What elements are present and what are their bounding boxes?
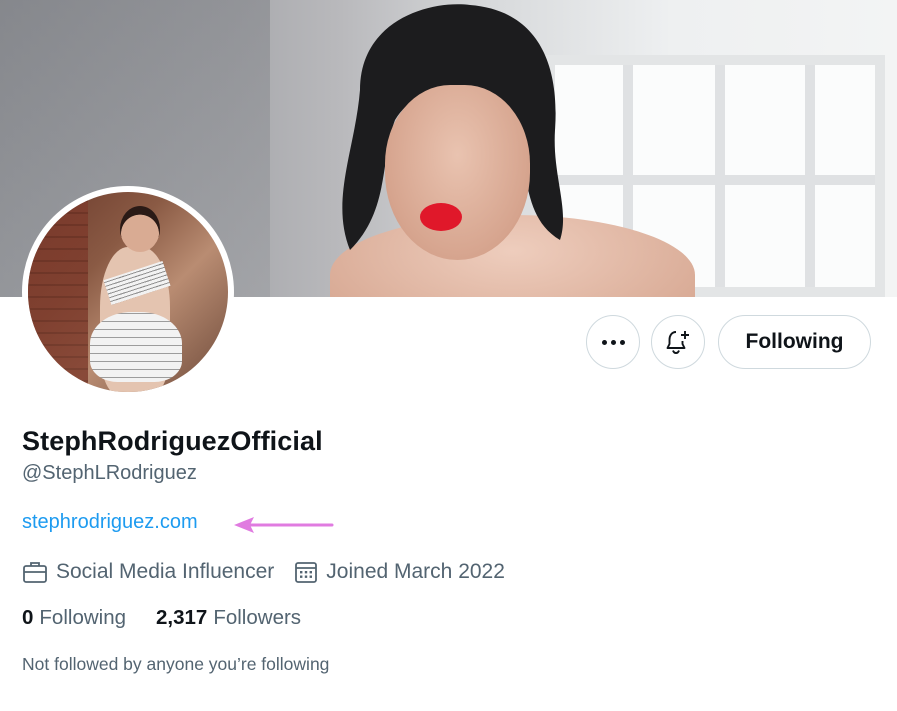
following-button[interactable]: Following xyxy=(718,315,871,369)
category-text: Social Media Influencer xyxy=(56,560,275,583)
joined-date-text: Joined March 2022 xyxy=(326,560,505,583)
following-stat-link[interactable]: 0 Following xyxy=(22,606,126,630)
notifications-button[interactable] xyxy=(651,315,705,369)
calendar-icon xyxy=(295,562,318,583)
website-link[interactable]: stephrodriguez.com xyxy=(22,511,198,534)
briefcase-icon xyxy=(23,562,47,583)
banner-subject-face xyxy=(385,85,530,260)
more-options-button[interactable] xyxy=(586,315,640,369)
profile-meta-row: Social Media Influencer Joined March 202… xyxy=(22,557,505,587)
following-label: Following xyxy=(39,606,127,629)
joined-item: Joined March 2022 xyxy=(294,560,505,584)
annotation-arrow-icon xyxy=(234,517,334,533)
following-count: 0 xyxy=(22,606,34,629)
mutual-followers-text: Not followed by anyone you’re following xyxy=(22,654,330,674)
follow-stats: 0 Following 2,317 Followers xyxy=(22,606,301,630)
followers-count: 2,317 xyxy=(156,606,208,629)
profile-avatar[interactable] xyxy=(22,186,234,398)
category-item: Social Media Influencer xyxy=(22,560,274,584)
followers-label: Followers xyxy=(213,606,302,629)
banner-subject-lips xyxy=(420,203,462,231)
more-horizontal-icon xyxy=(601,339,625,345)
avatar-photo xyxy=(28,192,228,392)
display-name: StephRodriguezOfficial xyxy=(22,426,323,456)
followers-stat-link[interactable]: 2,317 Followers xyxy=(156,606,301,630)
bell-plus-icon xyxy=(666,331,689,354)
username-handle: @StephLRodriguez xyxy=(22,462,197,484)
